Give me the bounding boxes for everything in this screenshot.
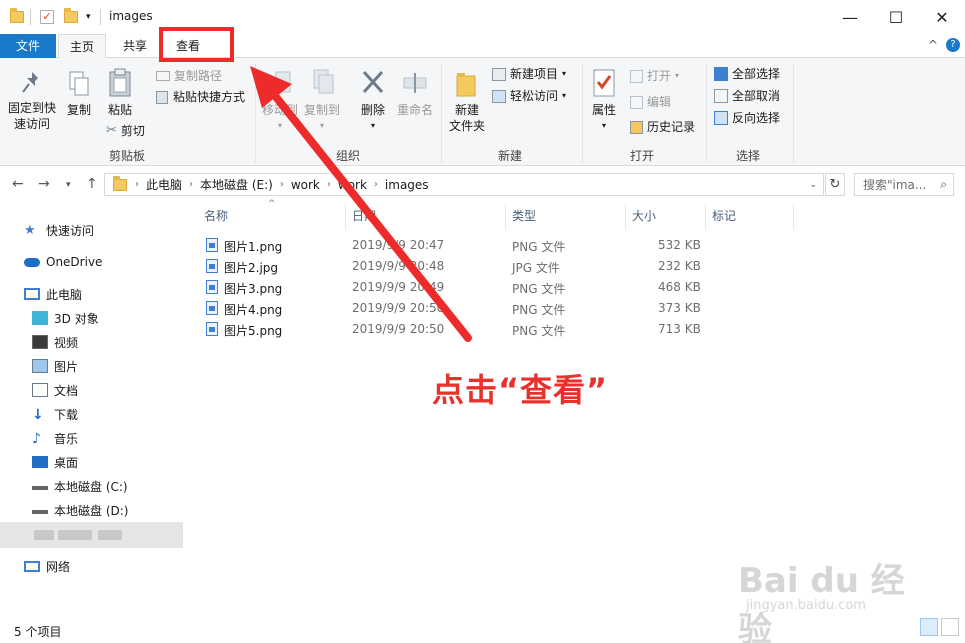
annotation-text: 点击“查看” xyxy=(432,371,609,409)
watermark-url: jingyan.baidu.com xyxy=(746,598,866,613)
baidu-watermark: Bai du 经验 jingyan.baidu.com xyxy=(738,548,938,643)
annotation-arrow-icon xyxy=(250,66,472,342)
